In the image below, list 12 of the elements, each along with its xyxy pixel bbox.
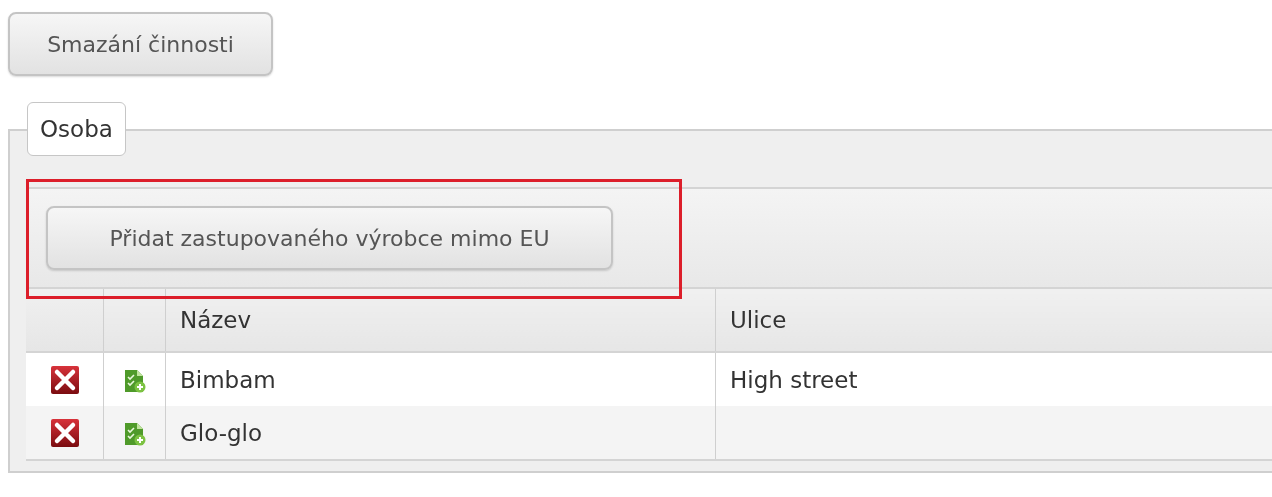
delete-icon[interactable] <box>50 365 79 394</box>
delete-activity-button[interactable]: Smazání činnosti <box>8 12 273 76</box>
table-cell: High street <box>715 352 1272 406</box>
table-cell: Bimbam <box>165 352 716 406</box>
document-add-icon[interactable] <box>123 421 146 446</box>
table-cell: Glo-glo <box>165 406 716 460</box>
add-producer-button[interactable]: Přidat zastupovaného výrobce mimo EU <box>46 206 613 270</box>
column-header: Ulice <box>715 289 1272 352</box>
fieldset-legend: Osoba <box>27 102 126 156</box>
delete-icon[interactable] <box>50 418 79 447</box>
document-add-icon[interactable] <box>123 368 146 393</box>
column-header: Název <box>165 289 716 352</box>
